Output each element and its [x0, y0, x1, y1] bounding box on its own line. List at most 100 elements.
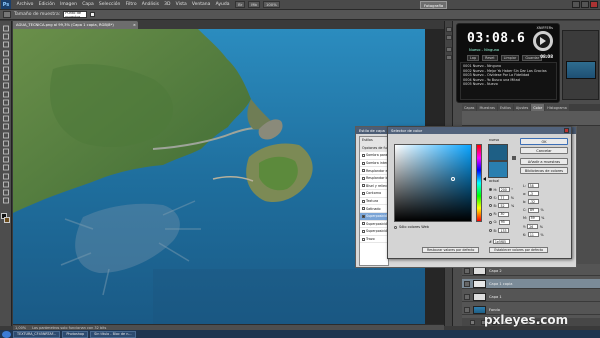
eyedropper-tool-icon[interactable]	[2, 66, 10, 73]
eye-icon[interactable]	[464, 293, 470, 300]
eye-icon[interactable]	[464, 306, 470, 313]
blur-tool-icon[interactable]	[2, 123, 10, 130]
web-colors-option[interactable]: Sólo colores Web	[394, 225, 429, 229]
style-option[interactable]: Opciones de fusión: Personalizadas	[360, 144, 388, 153]
saturation-field[interactable]	[394, 144, 472, 222]
workspace-button[interactable]: Fotografía	[420, 1, 448, 9]
navigator-thumbnail[interactable]	[566, 61, 596, 79]
menu-item-7[interactable]: 3D	[162, 2, 174, 7]
style-checkbox[interactable]	[362, 237, 365, 241]
shape-tool-icon[interactable]	[2, 164, 10, 171]
hue-slider-handle[interactable]	[483, 177, 486, 181]
gamut-warning-icon[interactable]	[512, 156, 516, 160]
eye-icon[interactable]	[464, 267, 470, 274]
eraser-tool-icon[interactable]	[2, 107, 10, 114]
style-option[interactable]: Resplandor interior	[360, 175, 388, 183]
close-icon[interactable]	[564, 128, 569, 133]
cancel-button[interactable]: Cancelar	[520, 147, 568, 154]
panel-tab-4[interactable]: Color	[531, 104, 545, 111]
web-colors-checkbox[interactable]	[394, 225, 397, 229]
style-option[interactable]: Bisel y relieve	[360, 183, 388, 191]
color-field-input[interactable]: 52	[498, 203, 510, 209]
layer-row[interactable]: Capa 1 copia	[462, 279, 600, 289]
color-field-input[interactable]: 200	[498, 187, 510, 192]
style-checkbox[interactable]	[362, 176, 365, 180]
make-default-button[interactable]: Establecer valores por defecto	[489, 247, 549, 253]
color-field-input[interactable]: 89	[528, 207, 540, 213]
color-field-input[interactable]: 30	[498, 211, 510, 217]
play-knob[interactable]	[533, 31, 553, 51]
taskbar-item-0[interactable]: TEXTURA_CF45NRTAF...	[13, 330, 61, 338]
style-checkbox[interactable]	[362, 207, 365, 211]
sample-checkbox[interactable]	[90, 12, 96, 17]
crop-tool-icon[interactable]	[2, 58, 10, 65]
clone-stamp-tool-icon[interactable]	[2, 91, 10, 98]
color-cursor[interactable]	[451, 177, 455, 181]
menu-item-5[interactable]: Filtro	[123, 2, 139, 7]
color-mode-radio[interactable]	[489, 188, 492, 191]
add-to-swatches-button[interactable]: Añadir a muestras	[520, 158, 568, 165]
maximize-button[interactable]	[581, 1, 589, 8]
layer-row[interactable]: Capa 1	[462, 292, 600, 302]
color-libraries-button[interactable]: Bibliotecas de colores	[520, 167, 568, 174]
eyedropper-tool-icon[interactable]	[3, 11, 11, 18]
menu-item-3[interactable]: Capa	[80, 2, 97, 7]
style-checkbox[interactable]	[362, 199, 365, 203]
style-checkbox[interactable]	[362, 161, 365, 165]
color-mode-radio[interactable]	[489, 196, 492, 200]
style-option[interactable]: Superposición de motivo	[360, 228, 388, 236]
menu-item-9[interactable]: Ventana	[189, 2, 213, 7]
timer-list-item[interactable]: 0005 Nuevo - Nuevo	[463, 82, 554, 87]
style-checkbox[interactable]	[362, 169, 365, 173]
dodge-tool-icon[interactable]	[2, 132, 10, 139]
color-field-input[interactable]: 133	[498, 228, 510, 233]
bridge-button[interactable]: Br	[235, 1, 246, 8]
taskbar-item-2[interactable]: Sin título - Bloc de n...	[90, 330, 136, 338]
timer-button-1[interactable]: Reset	[482, 55, 498, 61]
style-option[interactable]: Superposición de degradado	[360, 221, 388, 229]
swatches-area[interactable]	[462, 111, 600, 126]
path-select-tool-icon[interactable]	[2, 156, 10, 163]
panel-tab-2[interactable]: Estilos	[497, 104, 513, 111]
color-field-input[interactable]: 38	[527, 183, 539, 188]
hue-slider[interactable]	[476, 144, 482, 222]
color-mode-radio[interactable]	[489, 212, 492, 216]
brush-tool-icon[interactable]	[2, 82, 10, 89]
style-option[interactable]: Superposición de colores	[360, 212, 388, 221]
eye-icon[interactable]	[464, 280, 470, 287]
color-field-input[interactable]: -3	[527, 191, 539, 197]
style-option[interactable]: Resplandor exterior	[360, 167, 388, 175]
3d-rotate-tool-icon[interactable]	[2, 173, 10, 180]
healing-tool-icon[interactable]	[2, 74, 10, 81]
style-option[interactable]: Satinado	[360, 205, 388, 213]
menu-item-2[interactable]: Imagen	[57, 2, 79, 7]
timer-button-0[interactable]: Lap	[467, 55, 480, 61]
style-checkbox[interactable]	[362, 153, 365, 157]
menu-item-10[interactable]: Ayuda	[213, 2, 232, 7]
move-tool-icon[interactable]	[2, 25, 10, 32]
sample-size-select[interactable]: Punto de muestra	[63, 11, 88, 19]
pen-tool-icon[interactable]	[2, 140, 10, 147]
panel-tab-5[interactable]: Histograma	[545, 104, 569, 111]
lasso-tool-icon[interactable]	[2, 41, 10, 48]
color-field-input[interactable]: -32	[527, 199, 539, 205]
status-zoom[interactable]: 1,00%	[15, 326, 26, 330]
color-field-input[interactable]: 95	[498, 219, 510, 225]
zoom-level[interactable]: 100%	[262, 1, 280, 8]
color-field-input[interactable]: 59	[528, 215, 540, 221]
style-option[interactable]: Sombra interior	[360, 160, 388, 168]
color-mode-radio[interactable]	[489, 220, 492, 224]
type-tool-icon[interactable]	[2, 148, 10, 155]
menu-item-8[interactable]: Vista	[173, 2, 189, 7]
color-field-input[interactable]: 11	[527, 232, 539, 238]
color-mode-radio[interactable]	[489, 229, 492, 232]
document-tab[interactable]: AGUA_TECNICA.png al 99,3% (Capa 1 copia,…	[13, 21, 138, 29]
panel-tab-1[interactable]: Muestras	[477, 104, 497, 111]
style-option[interactable]: Estilos	[360, 137, 388, 145]
color-field-input[interactable]: 26	[527, 224, 539, 229]
style-checkbox[interactable]	[362, 214, 365, 218]
close-tab-icon[interactable]: ×	[133, 23, 136, 27]
quick-select-tool-icon[interactable]	[2, 50, 10, 57]
history-brush-tool-icon[interactable]	[2, 99, 10, 106]
background-color-swatch[interactable]	[4, 217, 10, 223]
